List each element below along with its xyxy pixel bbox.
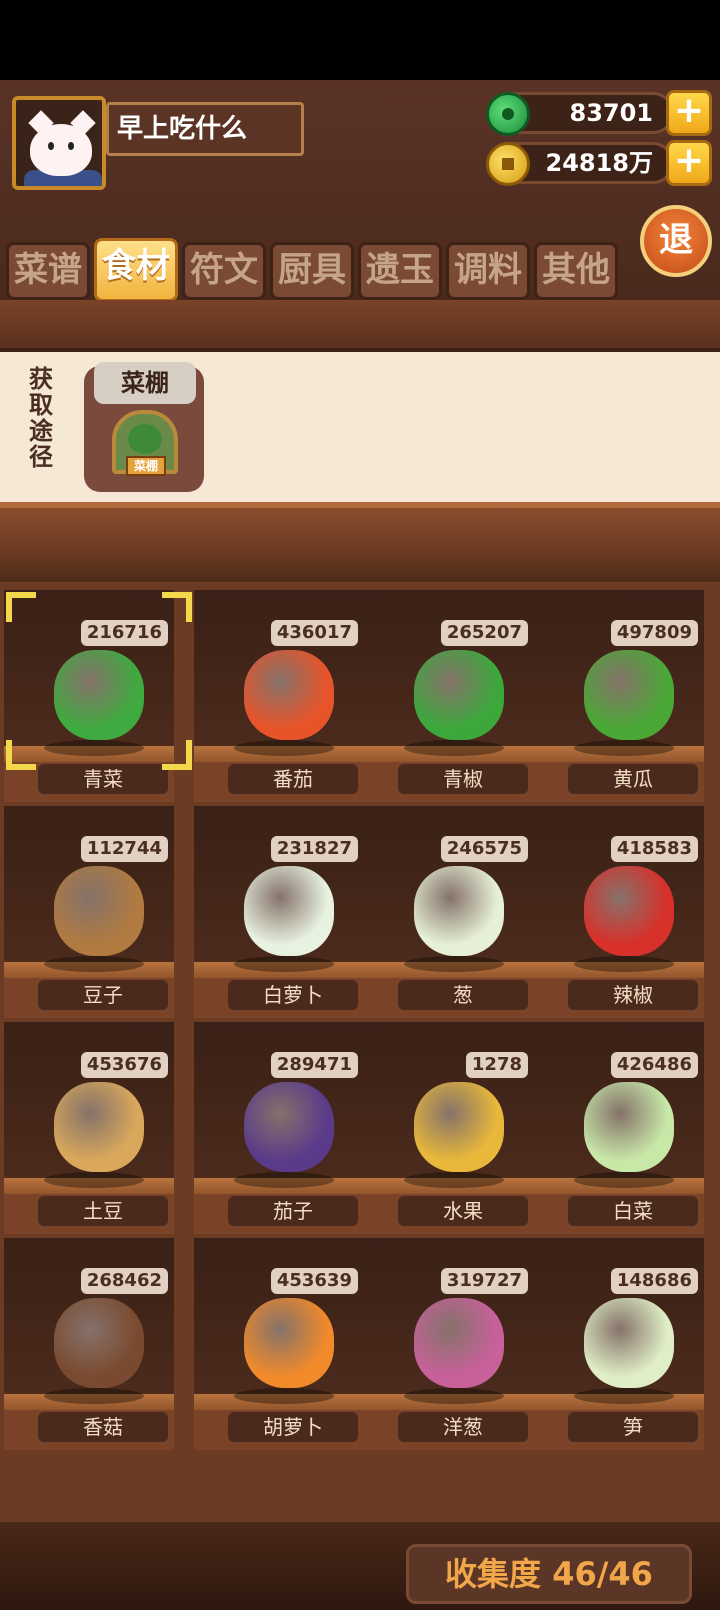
selection-corner: [6, 592, 36, 622]
tab-recipes[interactable]: 菜谱: [6, 242, 90, 300]
ingredient-count: 418583: [610, 836, 698, 862]
ingredient-name: 辣椒: [568, 980, 698, 1010]
ingredient-cell[interactable]: 112744 豆子: [4, 806, 174, 1018]
ingredient-count: 453676: [80, 1052, 168, 1078]
selection-corner: [6, 740, 36, 770]
bok-choy-icon: [54, 650, 144, 740]
ingredient-count: 231827: [270, 836, 358, 862]
scallion-icon: [414, 866, 504, 956]
ingredient-name: 葱: [398, 980, 528, 1010]
onion-icon: [414, 1298, 504, 1388]
shelf-divider: [0, 502, 720, 582]
white-radish-icon: [244, 866, 334, 956]
ingredient-count: 216716: [80, 620, 168, 646]
tab-runes[interactable]: 符文: [182, 242, 266, 300]
ingredient-cell[interactable]: 497809 黄瓜: [534, 590, 704, 802]
ingredient-name: 茄子: [228, 1196, 358, 1226]
ingredient-name: 洋葱: [398, 1412, 528, 1442]
ingredient-count: 265207: [440, 620, 528, 646]
ingredient-cell[interactable]: 436017 番茄: [194, 590, 364, 802]
ingredient-count: 1278: [465, 1052, 528, 1078]
ingredient-cell[interactable]: 268462 香菇: [4, 1238, 174, 1450]
ingredient-cell[interactable]: 319727 洋葱: [364, 1238, 534, 1450]
exit-button[interactable]: 退: [640, 205, 712, 277]
shelf-header: [0, 300, 720, 352]
selection-corner: [162, 740, 192, 770]
tab-ingredients[interactable]: 食材: [94, 238, 178, 302]
tab-relics[interactable]: 遗玉: [358, 242, 442, 300]
player-avatar[interactable]: [12, 96, 106, 190]
ingredient-name: 白萝卜: [228, 980, 358, 1010]
ingredient-cell[interactable]: 265207 青椒: [364, 590, 534, 802]
ingredient-count: 426486: [610, 1052, 698, 1078]
ingredient-name: 黄瓜: [568, 764, 698, 794]
ingredient-cell[interactable]: 246575 葱: [364, 806, 534, 1018]
ingredient-count: 246575: [440, 836, 528, 862]
ingredient-count: 436017: [270, 620, 358, 646]
ingredient-count: 268462: [80, 1268, 168, 1294]
vegetable-shed-icon: 菜棚: [100, 410, 190, 484]
ingredient-cell[interactable]: 418583 辣椒: [534, 806, 704, 1018]
ingredient-count: 289471: [270, 1052, 358, 1078]
ingredient-cell[interactable]: 453676 土豆: [4, 1022, 174, 1234]
cat-face-icon: [30, 124, 92, 176]
beans-box-icon: [54, 866, 144, 956]
chili-icon: [584, 866, 674, 956]
tomato-icon: [244, 650, 334, 740]
ingredient-cell[interactable]: 148686 笋: [534, 1238, 704, 1450]
ingredient-name: 土豆: [38, 1196, 168, 1226]
coin-icon: [486, 142, 530, 186]
ingredient-name: 胡萝卜: [228, 1412, 358, 1442]
carrot-icon: [244, 1298, 334, 1388]
green-pepper-icon: [414, 650, 504, 740]
ingredient-cell[interactable]: 231827 白萝卜: [194, 806, 364, 1018]
ingredient-name: 笋: [568, 1412, 698, 1442]
ingredient-count: 319727: [440, 1268, 528, 1294]
jade-icon: [486, 92, 530, 136]
player-name: 早上吃什么: [106, 102, 304, 156]
ingredient-name: 白菜: [568, 1196, 698, 1226]
eggplant-icon: [244, 1082, 334, 1172]
collection-progress: 收集度 46/46: [406, 1544, 692, 1604]
ingredient-name: 豆子: [38, 980, 168, 1010]
ingredient-name: 青椒: [398, 764, 528, 794]
ingredient-count: 497809: [610, 620, 698, 646]
ingredient-count: 148686: [610, 1268, 698, 1294]
status-bar: [0, 0, 720, 80]
add-coins-button[interactable]: +: [666, 140, 712, 186]
cucumber-icon: [584, 650, 674, 740]
source-label: 获取途径: [29, 365, 53, 471]
ingredient-cell[interactable]: 1278 水果: [364, 1022, 534, 1234]
add-jade-button[interactable]: +: [666, 90, 712, 136]
tab-seasonings[interactable]: 调料: [446, 242, 530, 300]
ingredient-count: 112744: [80, 836, 168, 862]
bamboo-shoot-icon: [584, 1298, 674, 1388]
tab-cookware[interactable]: 厨具: [270, 242, 354, 300]
cabbage-icon: [584, 1082, 674, 1172]
ingredient-name: 香菇: [38, 1412, 168, 1442]
tab-other[interactable]: 其他: [534, 242, 618, 300]
ingredient-cell[interactable]: 426486 白菜: [534, 1022, 704, 1234]
category-tabs: 菜谱 食材 符文 厨具 遗玉 调料 其他: [6, 238, 636, 302]
mushroom-icon: [54, 1298, 144, 1388]
source-card-title: 菜棚: [94, 362, 196, 404]
ingredient-name: 水果: [398, 1196, 528, 1226]
ingredient-name: 青菜: [38, 764, 168, 794]
ingredient-cell[interactable]: 453639 胡萝卜: [194, 1238, 364, 1450]
ingredient-count: 453639: [270, 1268, 358, 1294]
shed-sign: 菜棚: [126, 456, 166, 476]
ingredient-cell[interactable]: 289471 茄子: [194, 1022, 364, 1234]
ingredient-name: 番茄: [228, 764, 358, 794]
potato-icon: [54, 1082, 144, 1172]
selection-corner: [162, 592, 192, 622]
fruit-icon: [414, 1082, 504, 1172]
